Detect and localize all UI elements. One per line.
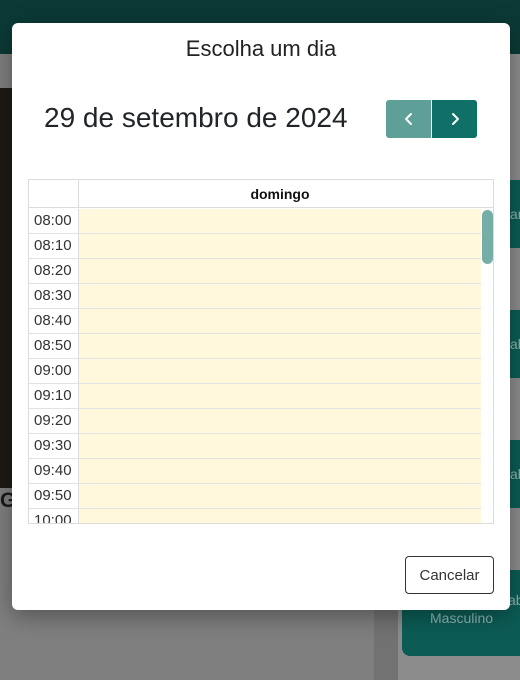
time-slot-row: 08:00 <box>29 209 481 234</box>
time-slot-label: 09:40 <box>29 459 79 483</box>
modal-title: Escolha um dia <box>185 36 337 61</box>
time-slot-label: 09:30 <box>29 434 79 458</box>
time-slot-label: 09:50 <box>29 484 79 508</box>
time-slot-row: 08:30 <box>29 284 481 309</box>
time-slot-label: 08:00 <box>29 209 79 233</box>
time-slot-cell[interactable] <box>79 334 481 358</box>
background-card-label: ab <box>510 336 520 352</box>
time-slot-row: 08:20 <box>29 259 481 284</box>
time-slot-cell[interactable] <box>79 359 481 383</box>
time-slot-cell[interactable] <box>79 259 481 283</box>
time-slot-label: 08:40 <box>29 309 79 333</box>
chevron-left-icon <box>404 113 412 125</box>
time-slot-row: 09:50 <box>29 484 481 509</box>
time-slot-row: 09:30 <box>29 434 481 459</box>
background-card-label: ab <box>510 466 520 482</box>
time-slot-label: 08:30 <box>29 284 79 308</box>
calendar-scroll-thumb[interactable] <box>482 210 493 264</box>
time-slot-cell[interactable] <box>79 459 481 483</box>
time-slot-cell[interactable] <box>79 309 481 333</box>
background-divider <box>374 600 398 680</box>
calendar-header-corner <box>29 180 79 208</box>
time-slot-row: 09:20 <box>29 409 481 434</box>
time-slot-row: 09:10 <box>29 384 481 409</box>
date-heading: 29 de setembro de 2024 <box>44 102 348 133</box>
time-slot-cell[interactable] <box>79 409 481 433</box>
time-slot-label: 08:20 <box>29 259 79 283</box>
time-slot-cell[interactable] <box>79 234 481 258</box>
time-slot-row: 09:00 <box>29 359 481 384</box>
time-slot-cell[interactable] <box>79 209 481 233</box>
chevron-right-icon <box>451 113 459 125</box>
time-slot-label: 10:00 <box>29 509 79 523</box>
previous-day-button[interactable] <box>386 100 431 138</box>
calendar-header: domingo <box>29 180 493 208</box>
background-card-gender: Masculino <box>430 610 494 626</box>
time-slot-cell[interactable] <box>79 384 481 408</box>
date-nav-group <box>386 100 477 138</box>
time-slot-label: 09:10 <box>29 384 79 408</box>
cancel-button[interactable]: Cancelar <box>405 556 494 594</box>
time-slot-cell[interactable] <box>79 484 481 508</box>
time-slot-row: 08:40 <box>29 309 481 334</box>
time-slot-row: 10:00 <box>29 509 481 523</box>
day-picker-modal: Escolha um dia 29 de setembro de 2024 do… <box>12 23 510 610</box>
time-slot-label: 08:50 <box>29 334 79 358</box>
day-calendar: domingo 08:00 08:10 08:20 08:30 08:40 08:50 09… <box>28 179 494 524</box>
time-slot-label: 09:00 <box>29 359 79 383</box>
background-card-label: ar <box>510 206 520 222</box>
day-column-header: domingo <box>250 186 310 202</box>
next-day-button[interactable] <box>432 100 477 138</box>
time-slot-label: 09:20 <box>29 409 79 433</box>
time-slot-row: 08:10 <box>29 234 481 259</box>
time-slot-cell[interactable] <box>79 284 481 308</box>
time-slot-cell[interactable] <box>79 509 481 523</box>
time-slot-row: 08:50 <box>29 334 481 359</box>
time-slot-label: 08:10 <box>29 234 79 258</box>
time-slot-list[interactable]: 08:00 08:10 08:20 08:30 08:40 08:50 09:00 09:10… <box>29 209 481 523</box>
time-slot-cell[interactable] <box>79 434 481 458</box>
calendar-scrollbar[interactable] <box>481 209 493 523</box>
time-slot-row: 09:40 <box>29 459 481 484</box>
